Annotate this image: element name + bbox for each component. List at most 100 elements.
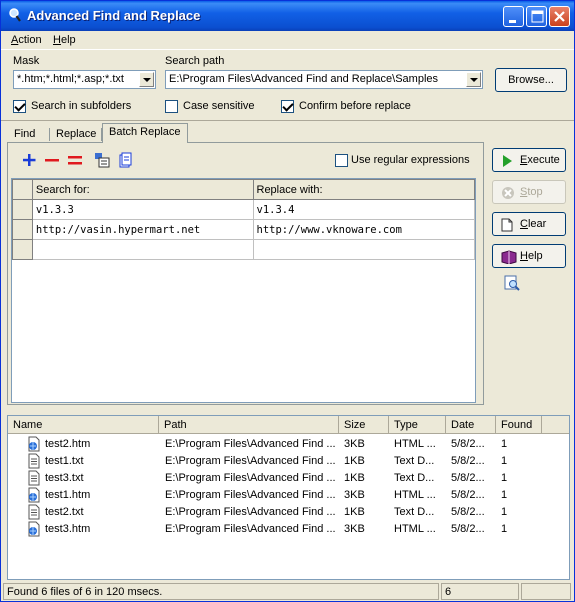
case-sensitive-checkbox[interactable] — [165, 100, 178, 113]
play-icon — [503, 155, 512, 167]
result-cell-size: 3KB — [344, 489, 365, 501]
mask-combo[interactable]: *.htm;*.html;*.asp;*.txt — [13, 70, 156, 89]
search-path-value: E:\Program Files\Advanced Find and Repla… — [169, 73, 439, 85]
grid-corner-cell — [12, 179, 33, 200]
tab-batch-replace[interactable]: Batch Replace — [102, 123, 188, 143]
batch-toolbar: Use regular expressions — [8, 148, 478, 174]
result-row[interactable]: test1.txt E:\Program Files\Advanced Find … — [8, 453, 569, 470]
maximize-icon — [531, 10, 544, 23]
grid-cell-search[interactable]: v1.3.3 — [31, 199, 254, 220]
window-title: Advanced Find and Replace — [27, 8, 201, 23]
column-header-path[interactable]: Path — [159, 416, 339, 434]
grid-header-search-for[interactable]: Search for: — [31, 179, 254, 200]
status-message: Found 6 files of 6 in 120 msecs. — [3, 583, 439, 600]
help-button[interactable]: Help — [492, 244, 566, 268]
result-cell-size: 1KB — [344, 455, 365, 467]
save-list-icon[interactable] — [116, 152, 134, 168]
result-cell-found: 1 — [501, 489, 508, 501]
confirm-replace-checkbox[interactable] — [281, 100, 294, 113]
grid-cell-replace[interactable]: http://www.vknoware.com — [252, 219, 475, 240]
mask-value: *.htm;*.html;*.asp;*.txt — [17, 73, 124, 85]
result-cell-date: 5/8/2... — [451, 506, 485, 518]
confirm-replace-label: Confirm before replace — [299, 100, 411, 112]
result-cell-name: test1.txt — [45, 455, 84, 467]
menu-help[interactable]: Help — [53, 34, 76, 46]
delete-row-icon[interactable] — [43, 152, 61, 168]
clear-label: Clear — [520, 218, 547, 230]
html-file-icon — [28, 436, 40, 452]
grid-row-indicator[interactable] — [12, 219, 33, 240]
tab-find[interactable]: Find — [8, 126, 41, 143]
execute-button[interactable]: Execute — [492, 148, 566, 172]
result-cell-type: HTML ... — [394, 489, 436, 501]
minimize-icon — [509, 20, 516, 23]
results-list[interactable]: Name Path Size Type Date Found test2.htm… — [7, 415, 570, 580]
result-cell-path: E:\Program Files\Advanced Find ... — [165, 523, 336, 535]
result-cell-date: 5/8/2... — [451, 489, 485, 501]
grid-cell-replace[interactable]: v1.3.4 — [252, 199, 475, 220]
close-button[interactable] — [549, 6, 570, 27]
grid-row: http://vasin.hypermart.net http://www.vk… — [12, 219, 475, 240]
menu-action[interactable]: Action — [11, 34, 42, 46]
status-empty-panel — [521, 583, 571, 600]
grid-cell-replace[interactable] — [252, 239, 475, 260]
result-row[interactable]: test2.txt E:\Program Files\Advanced Find … — [8, 504, 569, 521]
grid-cell-search[interactable] — [31, 239, 254, 260]
batch-replace-grid[interactable]: Search for: Replace with: v1.3.3 v1.3.4 … — [11, 178, 476, 403]
stop-icon — [502, 187, 514, 199]
menu-bar: Action Help — [1, 31, 574, 50]
result-row[interactable]: test3.htm E:\Program Files\Advanced Find … — [8, 521, 569, 538]
result-row[interactable]: test2.htm E:\Program Files\Advanced Find … — [8, 436, 569, 453]
grid-header-row: Search for: Replace with: — [12, 179, 475, 200]
mask-label: Mask — [13, 55, 40, 67]
clear-button[interactable]: Clear — [492, 212, 566, 236]
result-cell-found: 1 — [501, 523, 508, 535]
case-sensitive-label: Case sensitive — [183, 100, 255, 112]
result-cell-date: 5/8/2... — [451, 523, 485, 535]
status-count: 6 — [441, 583, 519, 600]
add-row-icon[interactable] — [20, 152, 38, 168]
result-row[interactable]: test3.txt E:\Program Files\Advanced Find … — [8, 470, 569, 487]
result-cell-date: 5/8/2... — [451, 438, 485, 450]
minimize-button[interactable] — [503, 6, 524, 27]
help-label: Help — [520, 250, 543, 262]
result-cell-name: test2.htm — [45, 438, 91, 450]
column-header-name[interactable]: Name — [8, 416, 159, 434]
tab-replace[interactable]: Replace — [50, 126, 102, 143]
column-header-found[interactable]: Found — [496, 416, 542, 434]
column-header-type[interactable]: Type — [389, 416, 446, 434]
close-icon — [554, 11, 565, 22]
maximize-button[interactable] — [526, 6, 547, 27]
result-cell-name: test2.txt — [45, 506, 84, 518]
result-cell-name: test3.txt — [45, 472, 84, 484]
grid-row-indicator[interactable] — [12, 199, 33, 220]
result-cell-size: 1KB — [344, 506, 365, 518]
title-bar[interactable]: Advanced Find and Replace — [1, 1, 574, 31]
stop-button[interactable]: Stop — [492, 180, 566, 204]
html-file-icon — [28, 521, 40, 537]
preview-search-icon[interactable] — [504, 275, 520, 291]
regex-checkbox[interactable] — [335, 154, 348, 167]
grid-row-indicator[interactable] — [12, 239, 33, 260]
help-book-icon — [501, 250, 517, 264]
column-header-size[interactable]: Size — [339, 416, 389, 434]
browse-button[interactable]: Browse... — [495, 68, 567, 92]
app-window: Advanced Find and Replace Action Help Ma… — [0, 0, 575, 602]
result-cell-size: 3KB — [344, 438, 365, 450]
grid-cell-search[interactable]: http://vasin.hypermart.net — [31, 219, 254, 240]
grid-header-replace-with[interactable]: Replace with: — [252, 179, 475, 200]
search-path-dropdown-icon[interactable] — [466, 72, 481, 87]
text-file-icon — [28, 453, 40, 469]
load-list-icon[interactable] — [93, 152, 111, 168]
column-header-date[interactable]: Date — [446, 416, 496, 434]
result-cell-date: 5/8/2... — [451, 472, 485, 484]
mask-dropdown-icon[interactable] — [139, 72, 154, 87]
result-cell-path: E:\Program Files\Advanced Find ... — [165, 489, 336, 501]
search-path-combo[interactable]: E:\Program Files\Advanced Find and Repla… — [165, 70, 483, 89]
subfolders-checkbox[interactable] — [13, 100, 26, 113]
result-cell-type: Text D... — [394, 455, 435, 467]
delete-all-icon[interactable] — [66, 152, 84, 168]
result-cell-name: test3.htm — [45, 523, 91, 535]
result-cell-path: E:\Program Files\Advanced Find ... — [165, 455, 336, 467]
result-row[interactable]: test1.htm E:\Program Files\Advanced Find … — [8, 487, 569, 504]
